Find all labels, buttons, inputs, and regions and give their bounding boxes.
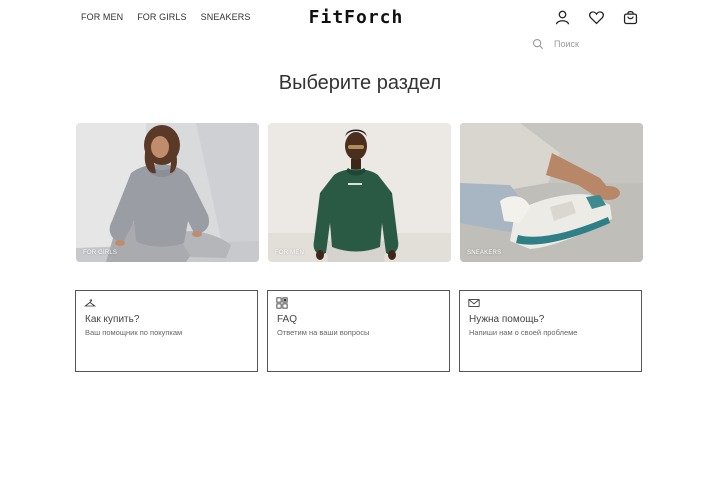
user-icon[interactable]: [554, 9, 571, 26]
header-actions: [554, 9, 639, 26]
search-bar: [532, 38, 644, 50]
category-card-for-girls[interactable]: FOR GIRLS: [76, 123, 259, 262]
category-label: FOR MEN: [275, 250, 305, 256]
category-card-sneakers[interactable]: SNEAKERS: [460, 123, 643, 262]
category-image-for-girls: [76, 123, 259, 262]
faq-icon: [276, 297, 288, 309]
category-image-for-men: [268, 123, 451, 262]
help-card-faq[interactable]: FAQ Ответим на ваши вопросы: [267, 290, 450, 372]
category-label: SNEAKERS: [467, 250, 502, 256]
hanger-icon: [84, 299, 96, 307]
help-subtitle: Ответим на ваши вопросы: [277, 328, 370, 337]
help-title: FAQ: [277, 314, 298, 325]
help-subtitle: Ваш помощник по покупкам: [85, 328, 183, 337]
page-title: Выберите раздел: [278, 72, 442, 94]
category-card-for-men[interactable]: FOR MEN: [268, 123, 451, 262]
search-input[interactable]: [554, 39, 634, 49]
category-image-sneakers: [460, 123, 643, 262]
help-title: Нужна помощь?: [469, 314, 545, 325]
help-subtitle: Напиши нам о своей проблеме: [469, 328, 578, 337]
help-title: Как купить?: [85, 314, 140, 325]
category-label: FOR GIRLS: [83, 250, 118, 256]
help-card-how-to-buy[interactable]: Как купить? Ваш помощник по покупкам: [75, 290, 258, 372]
heart-icon[interactable]: [588, 9, 605, 26]
search-icon[interactable]: [532, 38, 544, 50]
mail-icon: [468, 299, 480, 307]
help-card-need-help[interactable]: Нужна помощь? Напиши нам о своей проблем…: [459, 290, 642, 372]
bag-icon[interactable]: [622, 9, 639, 26]
